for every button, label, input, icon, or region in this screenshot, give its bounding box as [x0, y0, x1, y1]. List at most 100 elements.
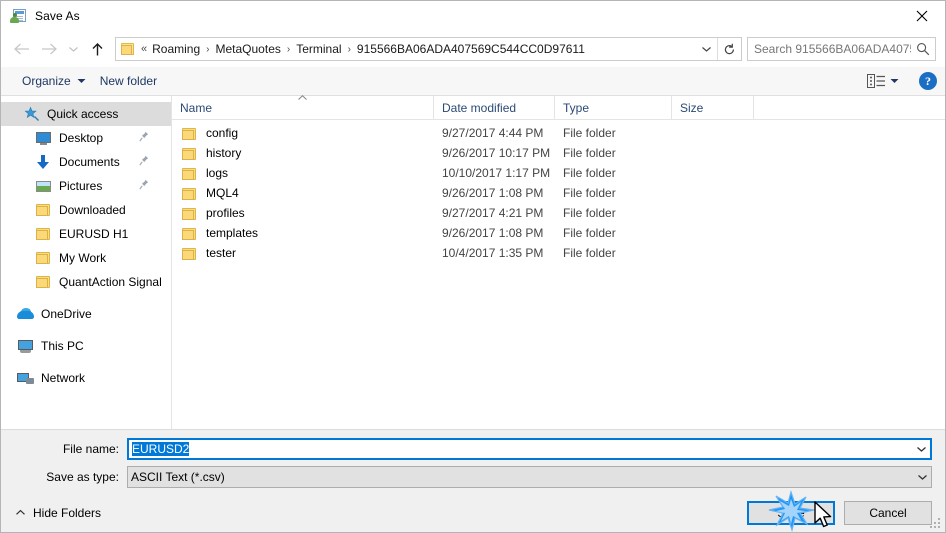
table-row[interactable]: profiles 9/27/2017 4:21 PM File folder — [172, 203, 945, 223]
sidebar-item-eurusd-h1[interactable]: EURUSD H1 — [1, 222, 171, 246]
search-box[interactable] — [747, 37, 936, 61]
search-input[interactable] — [748, 42, 911, 56]
sidebar-item-downloaded[interactable]: Downloaded — [1, 198, 171, 222]
save-button-label: Save — [777, 505, 805, 520]
sidebar-item-label: OneDrive — [41, 307, 92, 321]
table-row[interactable]: logs 10/10/2017 1:17 PM File folder — [172, 163, 945, 183]
title-bar: Save As — [1, 1, 945, 31]
chevron-down-icon — [916, 447, 926, 452]
cancel-button[interactable]: Cancel — [844, 500, 932, 525]
save-as-icon — [10, 8, 27, 24]
address-dropdown-button[interactable] — [695, 38, 717, 60]
folder-icon — [35, 202, 52, 218]
table-row[interactable]: config 9/27/2017 4:44 PM File folder — [172, 123, 945, 143]
file-list-rows: config 9/27/2017 4:44 PM File folder his… — [172, 120, 945, 429]
sidebar-item-my-work[interactable]: My Work — [1, 246, 171, 270]
breadcrumb: « Roaming › MetaQuotes › Terminal › 9155… — [116, 40, 695, 58]
pin-icon[interactable] — [139, 179, 149, 193]
table-row[interactable]: MQL4 9/26/2017 1:08 PM File folder — [172, 183, 945, 203]
file-name-cell: tester — [172, 246, 434, 261]
column-header-type[interactable]: Type — [555, 96, 672, 119]
breadcrumb-separator[interactable]: › — [203, 44, 212, 55]
hide-folders-label: Hide Folders — [33, 505, 102, 520]
sidebar-item-quick-access[interactable]: Quick access — [1, 102, 171, 126]
sidebar-item-network[interactable]: Network — [1, 366, 171, 390]
address-bar[interactable]: « Roaming › MetaQuotes › Terminal › 9155… — [115, 37, 742, 61]
sidebar-item-documents[interactable]: Documents — [1, 150, 171, 174]
breadcrumb-overflow[interactable]: « — [138, 43, 149, 55]
file-name-dropdown-button[interactable] — [912, 445, 930, 453]
hide-folders-button[interactable]: Hide Folders — [15, 506, 101, 520]
monitor-icon — [35, 130, 52, 146]
folder-icon — [35, 226, 52, 242]
file-date: 9/26/2017 1:08 PM — [442, 186, 544, 200]
column-header-name[interactable]: Name — [172, 94, 434, 119]
breadcrumb-item-terminal[interactable]: Terminal — [293, 40, 344, 58]
sidebar-item-label: Network — [41, 371, 86, 385]
breadcrumb-separator[interactable]: › — [345, 44, 354, 55]
chevron-down-icon — [917, 475, 927, 480]
file-name-cell: history — [172, 146, 434, 161]
star-pin-icon — [23, 106, 40, 122]
sidebar-item-onedrive[interactable]: OneDrive — [1, 302, 171, 326]
file-name-value: EURUSD2 — [132, 442, 190, 456]
file-date: 10/10/2017 1:17 PM — [442, 166, 551, 180]
up-button[interactable] — [83, 36, 111, 62]
pin-icon[interactable] — [139, 155, 149, 169]
search-button[interactable] — [911, 42, 935, 56]
sidebar-item-desktop[interactable]: Desktop — [1, 126, 171, 150]
recent-locations-button[interactable] — [63, 36, 83, 62]
sidebar-item-label: My Work — [59, 251, 107, 265]
breadcrumb-item-metaquotes[interactable]: MetaQuotes — [213, 40, 284, 58]
download-arrow-icon — [35, 154, 52, 170]
cancel-button-label: Cancel — [869, 505, 907, 520]
file-date: 9/26/2017 1:08 PM — [442, 226, 544, 240]
window-title: Save As — [35, 9, 80, 23]
column-header-size[interactable]: Size — [672, 96, 754, 119]
new-folder-button[interactable]: New folder — [93, 70, 164, 92]
resize-grip-icon[interactable] — [930, 518, 942, 530]
column-header-date-modified[interactable]: Date modified — [434, 96, 555, 119]
sidebar-item-this-pc[interactable]: This PC — [1, 334, 171, 358]
refresh-button[interactable] — [717, 38, 741, 60]
breadcrumb-item-terminal-id[interactable]: 915566BA06ADA407569C544CC0D97611 — [354, 40, 588, 58]
pin-icon[interactable] — [139, 131, 149, 145]
table-row[interactable]: history 9/26/2017 10:17 PM File folder — [172, 143, 945, 163]
save-as-type-label: Save as type: — [46, 470, 119, 484]
save-as-dialog: Save As « Roaming › MetaQuotes › Termina… — [0, 0, 946, 533]
change-view-button[interactable] — [863, 70, 903, 92]
file-name-value-wrap: EURUSD2 — [129, 442, 912, 456]
sidebar-item-pictures[interactable]: Pictures — [1, 174, 171, 198]
arrow-up-icon — [92, 42, 102, 55]
chevron-down-icon — [68, 47, 78, 52]
forward-button[interactable] — [35, 36, 63, 62]
folder-icon — [35, 274, 52, 290]
sidebar-item-label: Downloaded — [59, 203, 126, 217]
folder-icon — [35, 250, 52, 266]
breadcrumb-separator[interactable]: › — [284, 44, 293, 55]
help-button[interactable]: ? — [919, 72, 937, 90]
file-list-header: Name Date modified Type Size — [172, 94, 945, 120]
picture-icon — [35, 178, 52, 194]
file-name-input[interactable]: EURUSD2 — [127, 438, 932, 460]
sidebar-item-label: Documents — [59, 155, 120, 169]
close-button[interactable] — [899, 1, 945, 31]
breadcrumb-item-roaming[interactable]: Roaming — [149, 40, 203, 58]
save-button[interactable]: Save — [747, 500, 835, 525]
folder-icon — [181, 206, 198, 221]
folder-icon — [181, 226, 198, 241]
back-button[interactable] — [7, 36, 35, 62]
sidebar-item-label: EURUSD H1 — [59, 227, 129, 241]
save-as-type-row: Save as type: ASCII Text (*.csv) — [1, 466, 945, 488]
file-name-cell: MQL4 — [172, 186, 434, 201]
table-row[interactable]: templates 9/26/2017 1:08 PM File folder — [172, 223, 945, 243]
table-row[interactable]: tester 10/4/2017 1:35 PM File folder — [172, 243, 945, 263]
sidebar-item-quantaction-signal[interactable]: QuantAction Signal — [1, 270, 171, 294]
folder-icon — [181, 166, 198, 181]
navigation-pane: Quick access Desktop Documents Pictures … — [1, 96, 172, 429]
folder-icon — [181, 146, 198, 161]
organize-button[interactable]: Organize — [15, 70, 93, 92]
sidebar-item-label: Pictures — [59, 179, 103, 193]
save-as-type-select[interactable]: ASCII Text (*.csv) — [127, 466, 932, 488]
save-as-type-dropdown-button[interactable] — [913, 473, 931, 481]
